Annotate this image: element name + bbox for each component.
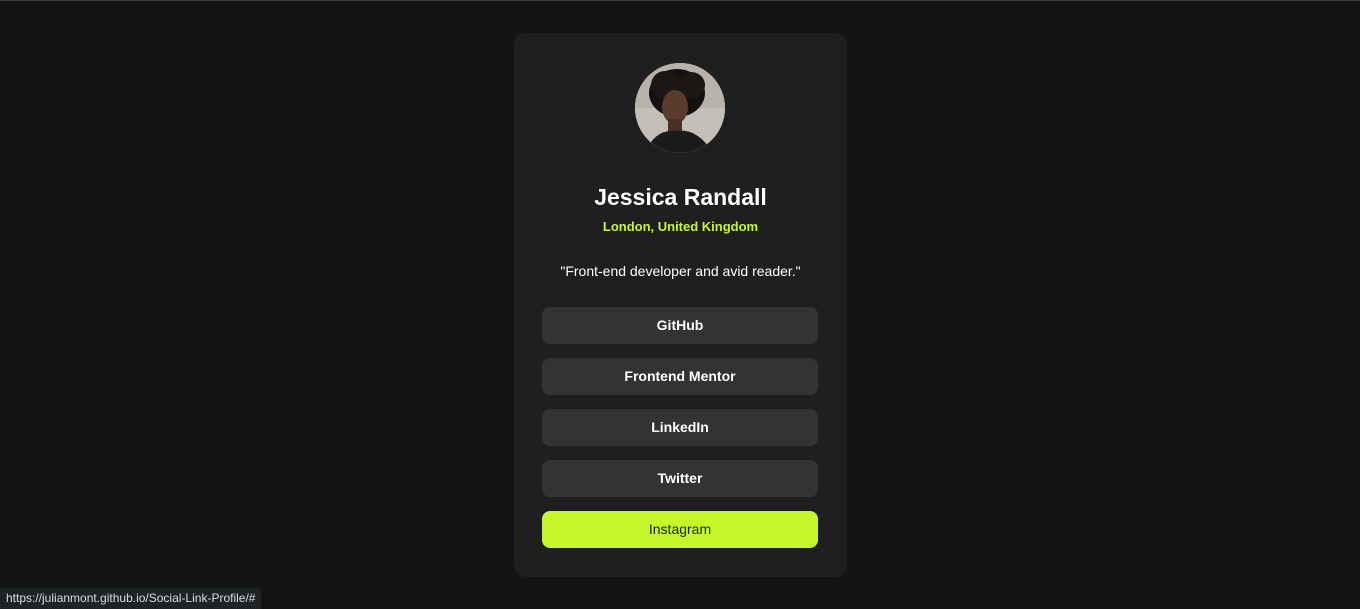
social-links-list: GitHub Frontend Mentor LinkedIn Twitter … [542,307,818,562]
twitter-link-button[interactable]: Twitter [542,460,818,497]
browser-status-bar-url: https://julianmont.github.io/Social-Link… [0,588,262,609]
github-link-button[interactable]: GitHub [542,307,818,344]
frontend-mentor-link-button[interactable]: Frontend Mentor [542,358,818,395]
avatar [635,63,725,153]
avatar-image [635,63,725,153]
profile-name: Jessica Randall [594,184,767,210]
profile-card: Jessica Randall London, United Kingdom "… [514,33,847,577]
profile-bio: "Front-end developer and avid reader." [560,263,801,279]
linkedin-link-button[interactable]: LinkedIn [542,409,818,446]
instagram-link-button[interactable]: Instagram [542,511,818,548]
profile-location: London, United Kingdom [602,219,759,234]
